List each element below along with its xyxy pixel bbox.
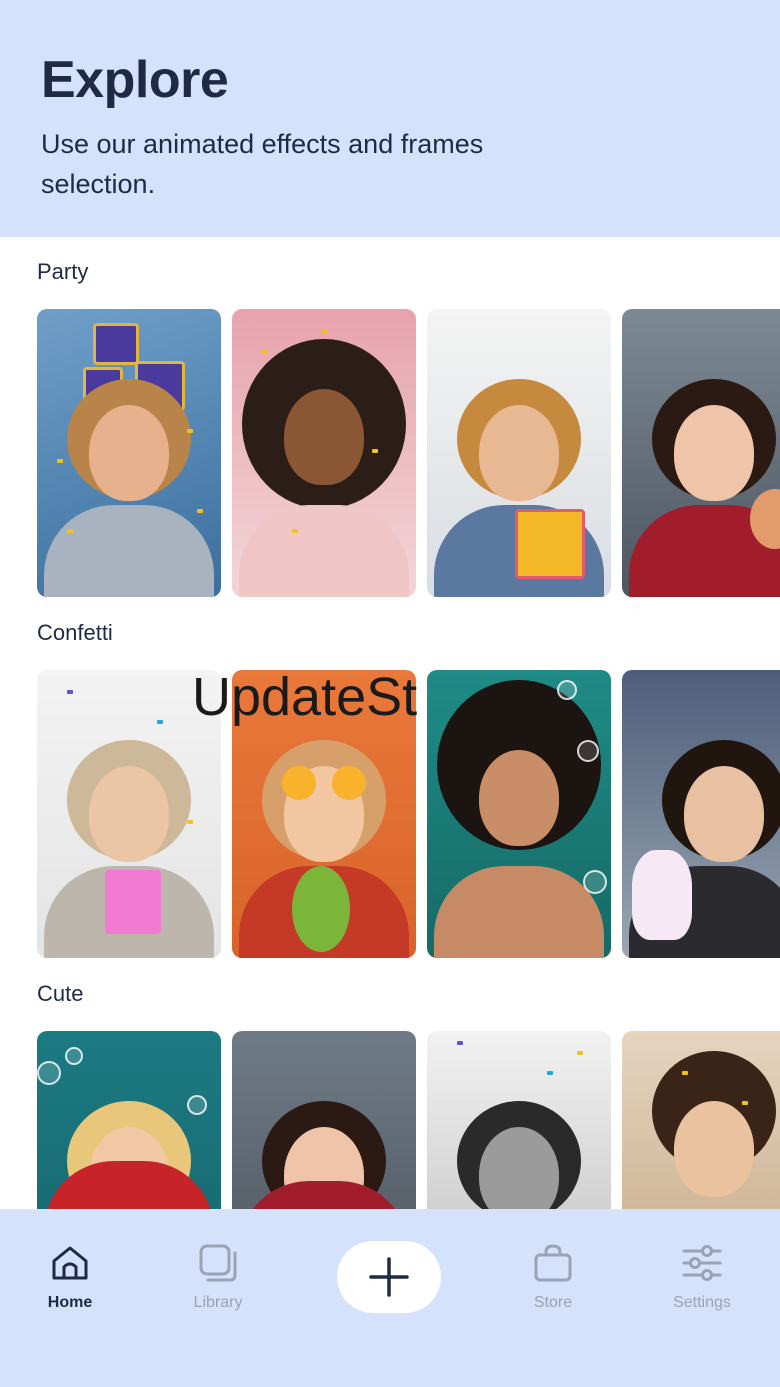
section-title-party: Party bbox=[37, 259, 89, 284]
bubble-icon bbox=[583, 870, 607, 894]
sliders-icon bbox=[682, 1245, 722, 1281]
page-title: Explore bbox=[41, 51, 229, 109]
nav-item-library[interactable]: Library bbox=[158, 1209, 278, 1329]
section-title-cute: Cute bbox=[37, 981, 84, 1006]
effect-thumbnail[interactable] bbox=[37, 309, 221, 597]
effects-row-party[interactable] bbox=[37, 309, 780, 597]
nav-label-settings: Settings bbox=[673, 1294, 731, 1311]
page-subtitle: Use our animated effects and frames sele… bbox=[41, 129, 484, 199]
overlay-text: UpdateSt bbox=[192, 667, 418, 727]
shopping-bag-icon bbox=[534, 1244, 572, 1282]
nav-label-store: Store bbox=[533, 1294, 573, 1311]
gift-box-icon bbox=[105, 870, 161, 934]
library-icon bbox=[199, 1244, 237, 1282]
bubble-icon bbox=[65, 1047, 83, 1065]
bubble-icon bbox=[577, 740, 599, 762]
orange-slice-icon bbox=[282, 766, 316, 800]
nav-label-library: Library bbox=[193, 1294, 243, 1311]
avocado-icon bbox=[292, 866, 350, 952]
add-button[interactable] bbox=[337, 1241, 441, 1313]
nav-item-home[interactable]: Home bbox=[10, 1209, 130, 1329]
gift-box-icon bbox=[93, 323, 139, 365]
effect-thumbnail[interactable] bbox=[622, 670, 780, 958]
bubble-icon bbox=[187, 1095, 207, 1115]
home-icon bbox=[52, 1246, 88, 1280]
effect-thumbnail[interactable] bbox=[427, 309, 611, 597]
bubble-icon bbox=[557, 680, 577, 700]
orange-slice-icon bbox=[332, 766, 366, 800]
bubble-icon bbox=[37, 1061, 61, 1085]
explore-header: Explore Use our animated effects and fra… bbox=[0, 0, 780, 237]
bottom-navigation: Home Library Store Settings bbox=[0, 1209, 780, 1387]
section-title-confetti: Confetti bbox=[37, 620, 113, 645]
effect-thumbnail[interactable] bbox=[622, 309, 780, 597]
nav-item-settings[interactable]: Settings bbox=[642, 1209, 762, 1329]
nav-item-store[interactable]: Store bbox=[493, 1209, 613, 1329]
explore-screen: Explore Use our animated effects and fra… bbox=[0, 0, 780, 1387]
effect-thumbnail[interactable] bbox=[427, 670, 611, 958]
gift-box-icon bbox=[515, 509, 585, 579]
nav-label-home: Home bbox=[47, 1294, 93, 1311]
plus-icon bbox=[369, 1257, 409, 1297]
effect-thumbnail[interactable] bbox=[232, 309, 416, 597]
bunny-icon bbox=[632, 850, 692, 940]
